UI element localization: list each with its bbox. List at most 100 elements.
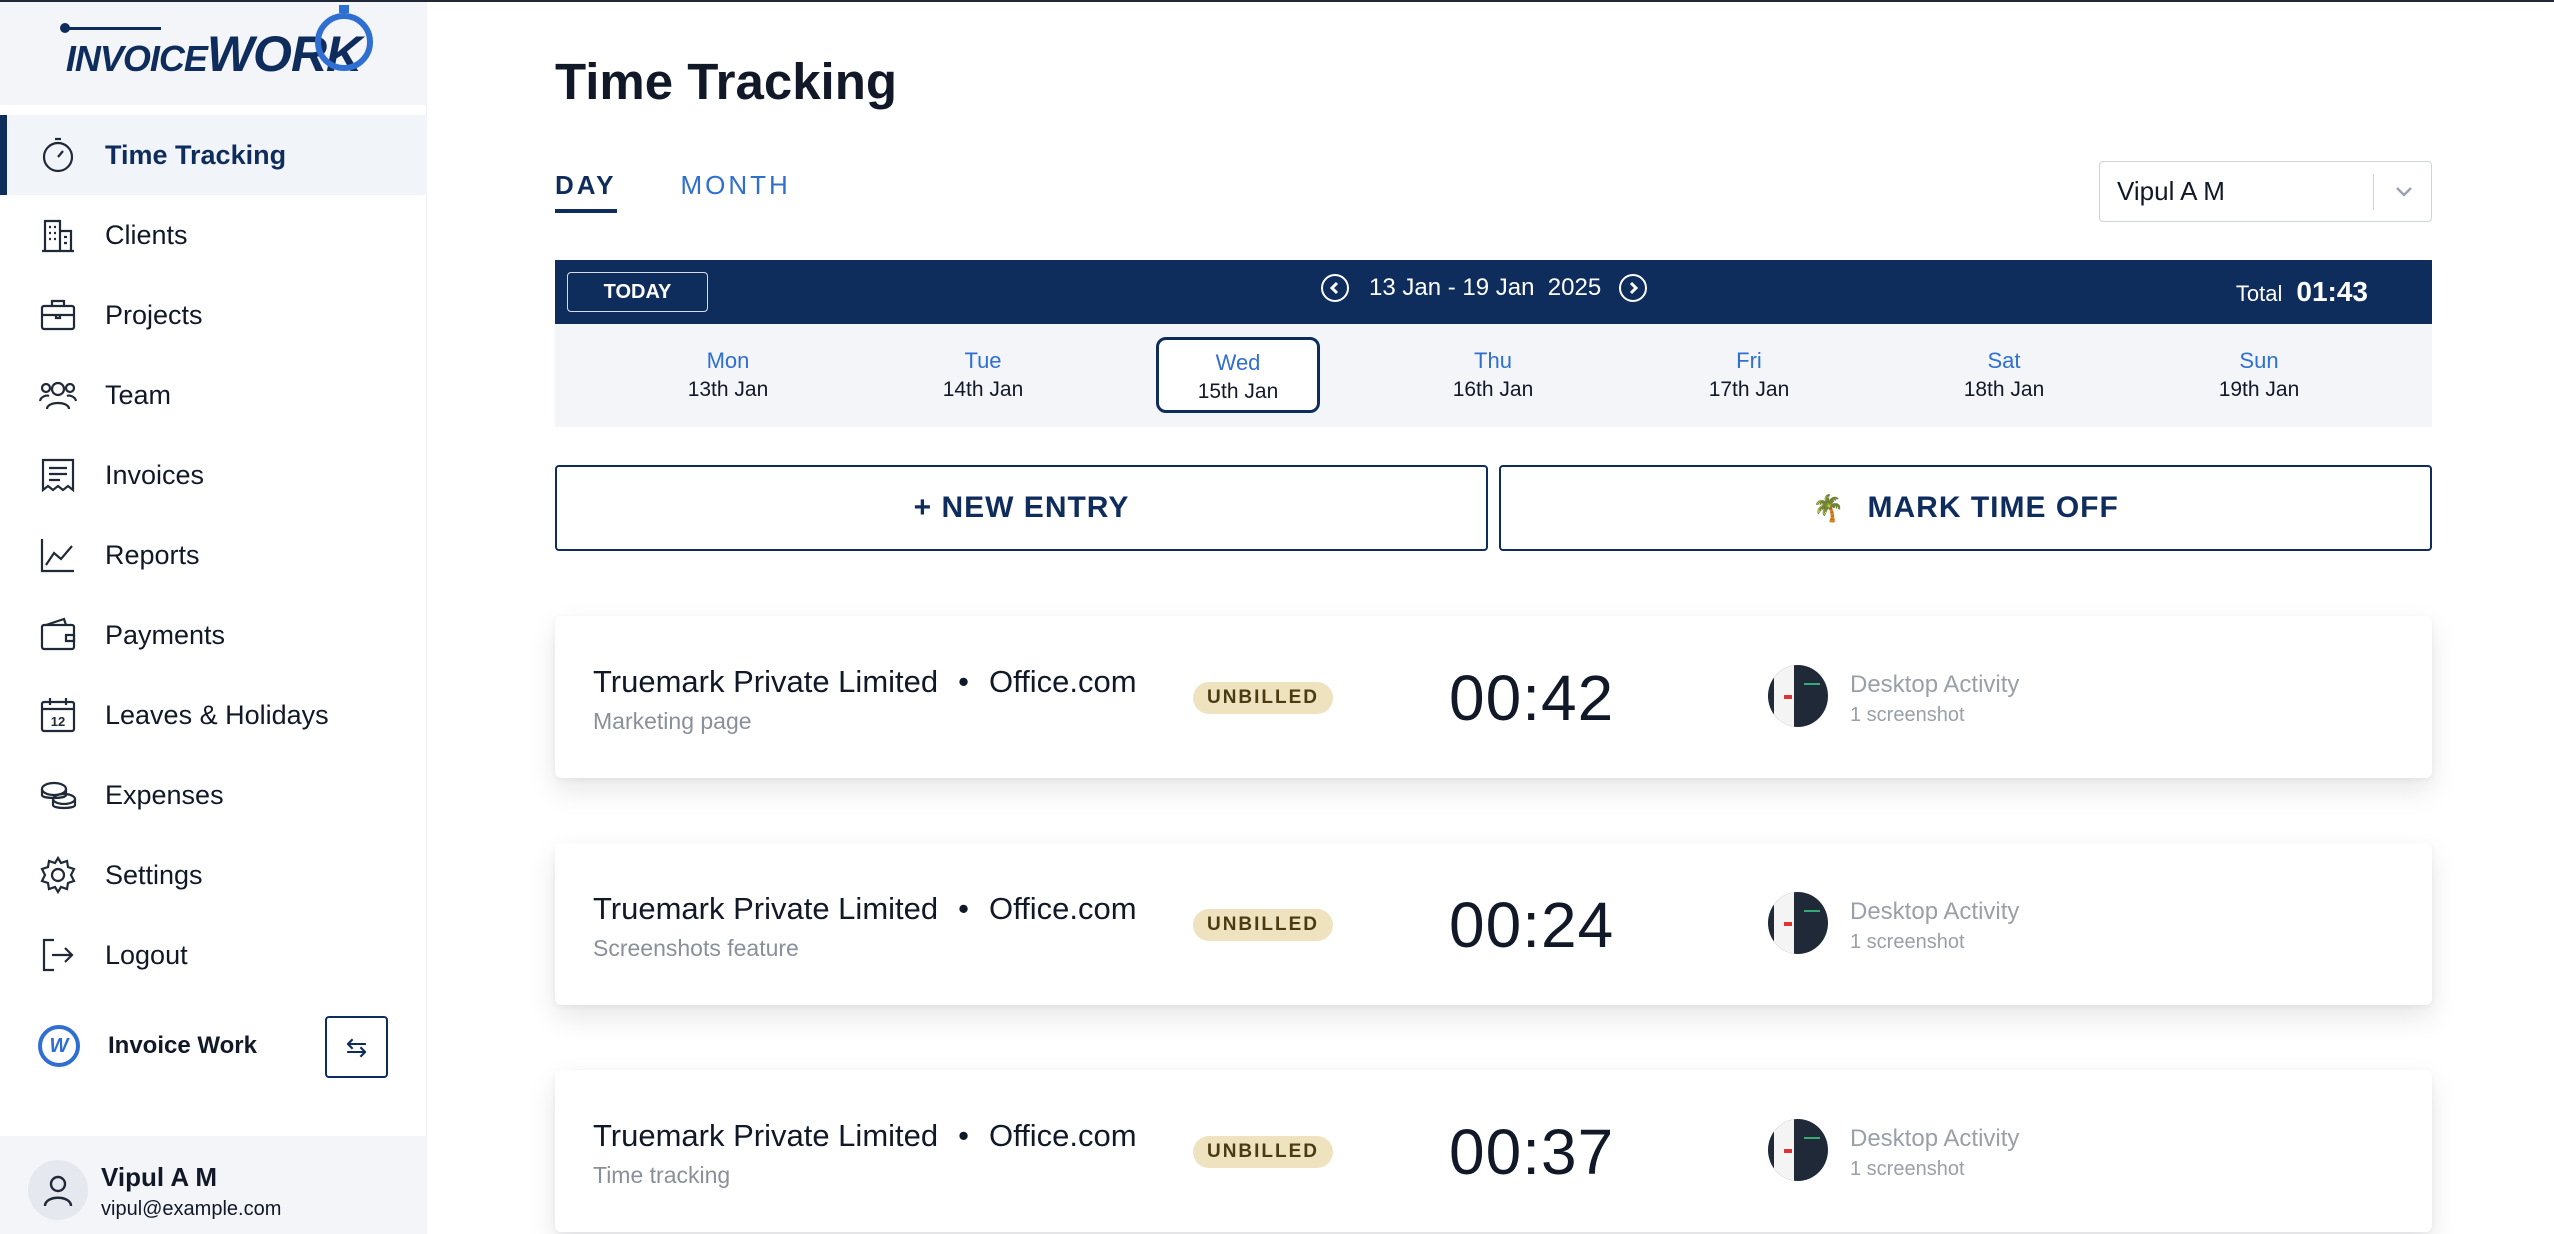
day-tue[interactable]: Tue 14th Jan [901, 338, 1065, 414]
briefcase-icon [38, 295, 78, 335]
switch-workspace-button[interactable]: ⇆ [325, 1016, 388, 1078]
sidebar-item-label: Settings [105, 859, 203, 890]
wallet-icon [38, 615, 78, 655]
total-label: Total [2235, 281, 2283, 306]
chart-line-icon [38, 535, 78, 575]
workspace-logo-icon: W [38, 1025, 80, 1067]
calendar-icon: 12 [38, 695, 78, 735]
screenshot-thumbnail[interactable] [1768, 892, 1828, 954]
day-wed[interactable]: Wed 15th Jan [1156, 337, 1320, 413]
tab-month[interactable]: MONTH [681, 170, 791, 213]
sidebar-item-settings[interactable]: Settings [0, 835, 427, 915]
day-sun[interactable]: Sun 19th Jan [2177, 338, 2341, 414]
calendar-day-number: 12 [51, 714, 65, 729]
date-range: 13 Jan - 19 Jan 2025 [1321, 274, 1648, 302]
time-entry-card[interactable]: Truemark Private Limited • Office.com Mark… [555, 616, 2432, 778]
date-range-text: 13 Jan - 19 Jan 2025 [1369, 274, 1601, 302]
sidebar-item-leaves-holidays[interactable]: 12 Leaves & Holidays [0, 675, 427, 755]
week-year-label: 2025 [1547, 274, 1602, 301]
new-entry-button[interactable]: + NEW ENTRY [555, 465, 1488, 551]
building-icon [38, 215, 78, 255]
activity-title[interactable]: Desktop Activity [1850, 898, 2019, 926]
day-name: Fri [1736, 348, 1762, 373]
entry-title: Truemark Private Limited • Office.com [593, 891, 1137, 927]
logo-stopwatch-knob [339, 4, 350, 13]
entry-client: Truemark Private Limited [593, 891, 939, 926]
sidebar-item-invoices[interactable]: Invoices [0, 435, 427, 515]
time-entry-card[interactable]: Truemark Private Limited • Office.com Time… [555, 1070, 2432, 1232]
user-select[interactable]: Vipul A M [2099, 161, 2432, 222]
today-button[interactable]: TODAY [567, 272, 708, 312]
week-range-label: 13 Jan - 19 Jan [1369, 274, 1535, 301]
day-date: 16th Jan [1452, 378, 1534, 401]
entry-client: Truemark Private Limited [593, 1118, 939, 1153]
day-name: Thu [1474, 348, 1512, 373]
sidebar-item-label: Invoices [105, 459, 205, 490]
entry-client: Truemark Private Limited [593, 664, 939, 699]
sidebar-item-logout[interactable]: Logout [0, 915, 427, 995]
sidebar-item-payments[interactable]: Payments [0, 595, 427, 675]
entry-duration: 00:37 [1449, 1116, 1615, 1188]
sidebar-item-expenses[interactable]: Expenses [0, 755, 427, 835]
gear-icon [38, 855, 78, 895]
activity-screenshot-count: 1 screenshot [1850, 704, 1965, 726]
screenshot-thumbnail[interactable] [1768, 1119, 1828, 1181]
time-entry-card[interactable]: Truemark Private Limited • Office.com Scre… [555, 843, 2432, 1005]
status-badge: UNBILLED [1193, 909, 1333, 941]
entry-description: Marketing page [593, 708, 752, 734]
sidebar-item-projects[interactable]: Projects [0, 275, 427, 355]
activity-title[interactable]: Desktop Activity [1850, 1125, 2019, 1153]
day-name: Sun [2239, 348, 2279, 373]
stopwatch-icon [38, 135, 78, 175]
invoice-icon [38, 455, 78, 495]
day-mon[interactable]: Mon 13th Jan [646, 338, 810, 414]
select-divider [2373, 174, 2374, 210]
team-icon [38, 375, 78, 415]
entry-project: Office.com [988, 1118, 1137, 1153]
coins-icon [38, 775, 78, 815]
sidebar-item-reports[interactable]: Reports [0, 515, 427, 595]
mark-time-off-button[interactable]: 🌴 MARK TIME OFF [1499, 465, 2432, 551]
entry-duration: 00:42 [1449, 662, 1615, 734]
week-navigation-bar: TODAY 13 Jan - 19 Jan 2025 Total 01:43 [555, 260, 2432, 324]
sidebar-item-label: Projects [105, 299, 203, 330]
previous-week-button[interactable] [1321, 274, 1349, 302]
sidebar-item-label: Reports [105, 539, 200, 570]
day-name: Tue [964, 348, 1002, 373]
day-sat[interactable]: Sat 18th Jan [1922, 338, 2086, 414]
entry-duration: 00:24 [1449, 889, 1615, 961]
logo-area[interactable]: INVOICEWORK [0, 2, 427, 105]
day-date: 14th Jan [942, 378, 1024, 401]
user-profile[interactable]: Vipul A M vipul@example.com [0, 1136, 427, 1234]
workspace-name: Invoice Work [108, 1032, 257, 1059]
user-name: Vipul A M [101, 1162, 218, 1192]
entry-project: Office.com [988, 664, 1137, 699]
logo-text-left: INVOICE [65, 37, 208, 79]
sidebar-item-label: Team [105, 379, 172, 410]
logout-icon [38, 935, 78, 975]
status-badge: UNBILLED [1193, 682, 1333, 714]
activity-title[interactable]: Desktop Activity [1850, 671, 2019, 699]
screenshot-thumbnail[interactable] [1768, 665, 1828, 727]
entry-separator: • [958, 891, 969, 926]
sidebar-item-clients[interactable]: Clients [0, 195, 427, 275]
day-fri[interactable]: Fri 17th Jan [1667, 338, 1831, 414]
sidebar-item-time-tracking[interactable]: Time Tracking [0, 115, 427, 195]
entry-description: Screenshots feature [593, 935, 799, 961]
user-select-value: Vipul A M [2117, 176, 2225, 206]
sidebar-item-label: Time Tracking [105, 139, 287, 170]
activity-screenshot-count: 1 screenshot [1850, 1158, 1965, 1180]
palm-tree-icon: 🌴 [1812, 492, 1846, 523]
sidebar-item-label: Clients [105, 219, 188, 250]
next-week-button[interactable] [1619, 274, 1648, 302]
sidebar-item-label: Leaves & Holidays [105, 699, 329, 730]
sidebar-item-label: Expenses [105, 779, 224, 810]
day-thu[interactable]: Thu 16th Jan [1411, 338, 1575, 414]
avatar [28, 1160, 88, 1220]
tab-day[interactable]: DAY [555, 170, 617, 213]
workspace-row: W Invoice Work ⇆ [0, 1008, 427, 1084]
chevron-down-icon[interactable] [2389, 176, 2419, 206]
logo-bar [65, 26, 161, 30]
chevron-right-icon [1630, 281, 1639, 295]
sidebar-item-team[interactable]: Team [0, 355, 427, 435]
